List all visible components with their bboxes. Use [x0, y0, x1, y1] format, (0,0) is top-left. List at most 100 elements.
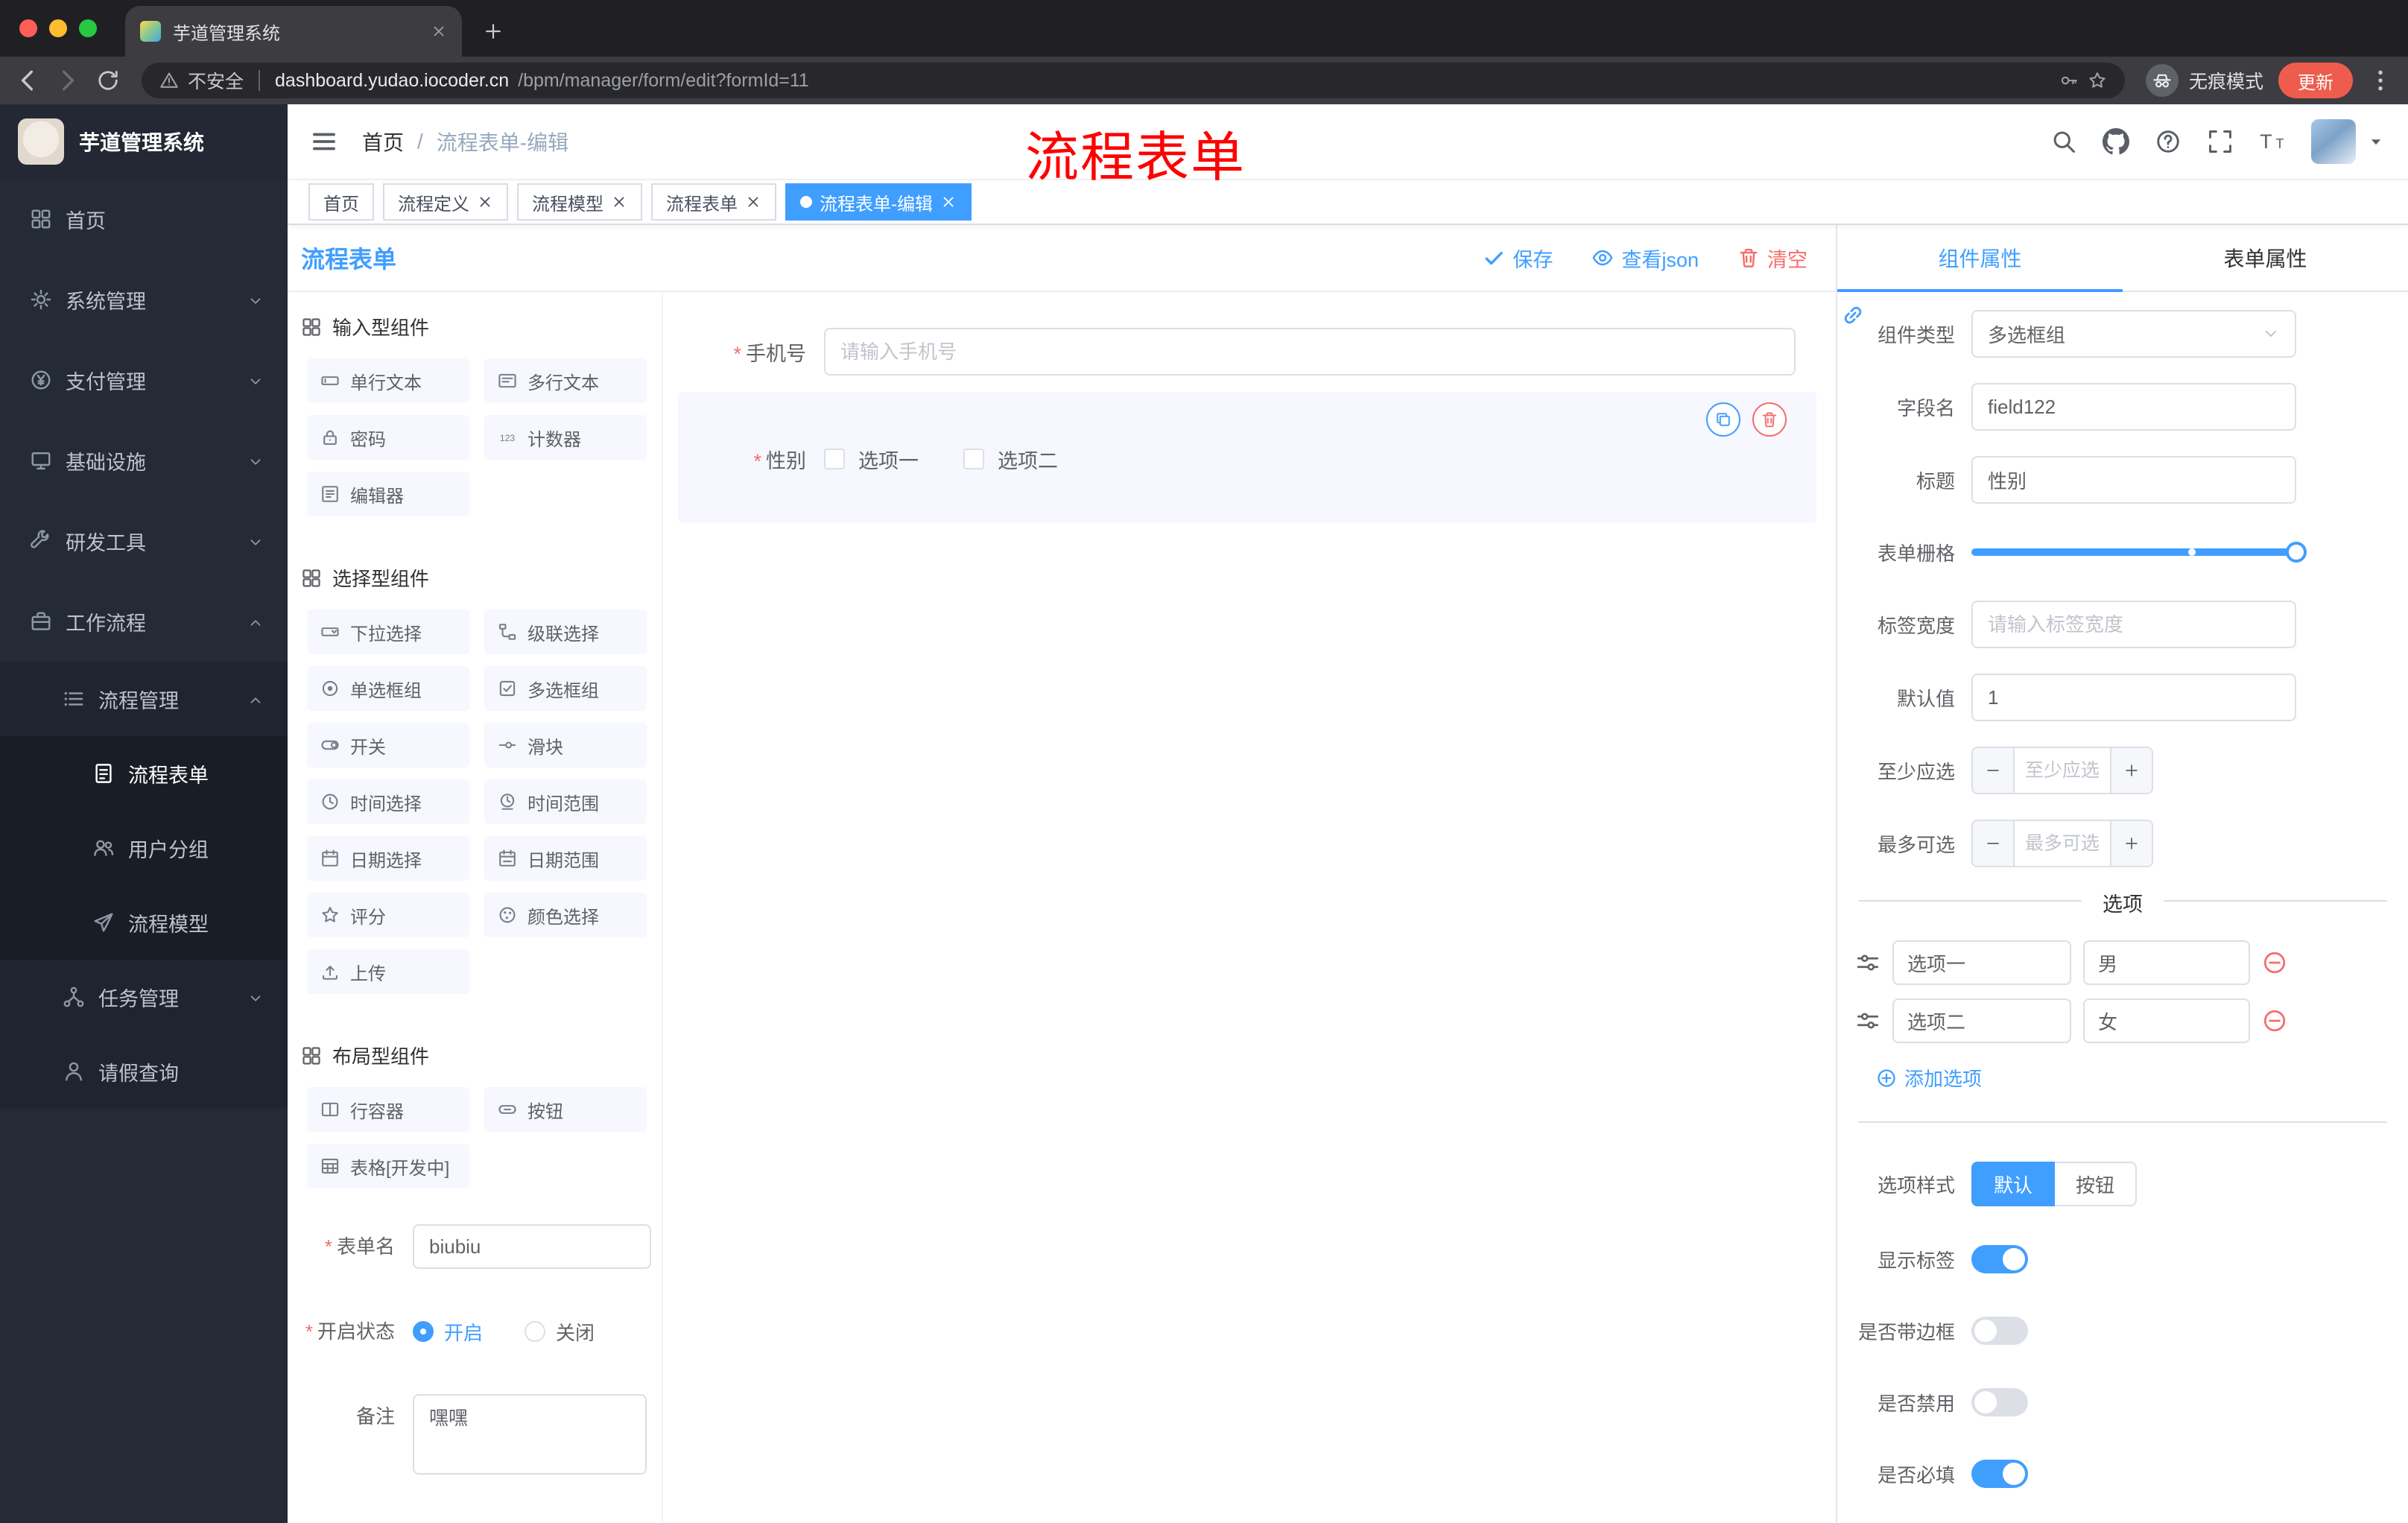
caret-down-icon[interactable] — [2368, 133, 2384, 150]
palette-item-button[interactable]: 按钮 — [484, 1087, 647, 1132]
palette-item-timerange[interactable]: 时间范围 — [484, 779, 647, 824]
tab-component-props[interactable]: 组件属性 — [1837, 225, 2123, 292]
palette-item-upload[interactable]: 上传 — [307, 949, 469, 994]
gender-option2-checkbox[interactable]: 选项二 — [963, 445, 1058, 474]
palette-item-daterange[interactable]: 日期范围 — [484, 836, 647, 881]
palette-item-rate[interactable]: 评分 — [307, 893, 469, 937]
sidebar-item-system[interactable]: 系统管理 — [0, 259, 288, 340]
browser-menu-icon[interactable] — [2368, 68, 2393, 93]
palette-item-checkbox[interactable]: 多选框组 — [484, 666, 647, 711]
tag-home[interactable]: 首页 — [308, 183, 374, 221]
breadcrumb-home[interactable]: 首页 — [362, 127, 404, 156]
sidebar-item-home[interactable]: 首页 — [0, 179, 288, 259]
palette-item-number[interactable]: 123 计数器 — [484, 415, 647, 460]
phone-input[interactable] — [824, 328, 1796, 376]
switch-border[interactable] — [1971, 1317, 2028, 1345]
tab-form-props[interactable]: 表单属性 — [2123, 225, 2408, 291]
remark-textarea[interactable]: 嘿嘿 — [413, 1394, 647, 1475]
form-name-input[interactable] — [413, 1224, 651, 1269]
tag-process-form-edit[interactable]: 流程表单-编辑 — [785, 183, 972, 221]
drag-handle-icon[interactable] — [1855, 950, 1881, 975]
component-type-select[interactable]: 多选框组 — [1971, 310, 2296, 358]
status-off-radio[interactable]: 关闭 — [525, 1318, 595, 1346]
increase-button[interactable] — [2110, 821, 2152, 866]
switch-required[interactable] — [1971, 1460, 2028, 1488]
sidebar-item-devtools[interactable]: 研发工具 — [0, 501, 288, 581]
browser-back-button[interactable] — [15, 68, 40, 93]
address-bar[interactable]: 不安全 dashboard.yudao.iocoder.cn /bpm/mana… — [142, 63, 2125, 98]
update-button[interactable]: 更新 — [2278, 63, 2353, 98]
bookmark-star-icon[interactable] — [2088, 71, 2107, 90]
close-icon[interactable] — [477, 194, 493, 210]
remove-option-icon[interactable] — [2262, 950, 2287, 975]
link-icon[interactable] — [1840, 303, 1866, 328]
option-label-input[interactable] — [1892, 998, 2071, 1043]
palette-item-row[interactable]: 行容器 — [307, 1087, 469, 1132]
browser-reload-button[interactable] — [95, 68, 121, 93]
palette-item-password[interactable]: 密码 — [307, 415, 469, 460]
incognito-badge[interactable]: 无痕模式 — [2145, 64, 2263, 97]
switch-show-label[interactable] — [1971, 1245, 2028, 1273]
sidebar-item-workflow[interactable]: 工作流程 — [0, 581, 288, 662]
hamburger-icon[interactable] — [310, 127, 338, 156]
close-icon[interactable] — [745, 194, 761, 210]
style-button-button[interactable]: 按钮 — [2055, 1162, 2138, 1206]
sidebar-item-process-form[interactable]: 流程表单 — [0, 736, 288, 811]
max-select-input[interactable] — [2015, 832, 2110, 855]
form-canvas[interactable]: *手机号 *性别 选项一 选项二 — [663, 292, 1836, 1523]
font-size-icon[interactable]: TT — [2259, 128, 2286, 155]
palette-item-color[interactable]: 颜色选择 — [484, 893, 647, 937]
sidebar-item-process-mgmt[interactable]: 流程管理 — [0, 662, 288, 736]
new-tab-button[interactable] — [483, 21, 504, 42]
selected-component-gender[interactable]: * 性别 选项一 选项二 — [678, 392, 1816, 523]
view-json-button[interactable]: 查看json — [1591, 244, 1699, 273]
close-icon[interactable] — [611, 194, 627, 210]
form-grid-slider[interactable] — [1971, 542, 2307, 563]
clear-button[interactable]: 清空 — [1737, 244, 1807, 273]
tab-close-icon[interactable] — [431, 23, 447, 39]
palette-item-input[interactable]: 单行文本 — [307, 358, 469, 403]
palette-item-date[interactable]: 日期选择 — [307, 836, 469, 881]
tag-process-model[interactable]: 流程模型 — [517, 183, 642, 221]
github-icon[interactable] — [2103, 128, 2129, 155]
gender-option1-checkbox[interactable]: 选项一 — [824, 445, 919, 474]
sidebar-item-task-mgmt[interactable]: 任务管理 — [0, 960, 288, 1034]
option-value-input[interactable] — [2083, 998, 2250, 1043]
label-width-input[interactable] — [1971, 601, 2296, 648]
window-zoom-button[interactable] — [79, 19, 97, 37]
window-minimize-button[interactable] — [49, 19, 67, 37]
palette-item-cascader[interactable]: 级联选择 — [484, 609, 647, 654]
sidebar-item-user-group[interactable]: 用户分组 — [0, 811, 288, 885]
delete-component-button[interactable] — [1752, 402, 1787, 437]
browser-tab[interactable]: 芋道管理系统 — [125, 6, 462, 57]
password-key-icon[interactable] — [2059, 71, 2079, 90]
search-icon[interactable] — [2050, 128, 2077, 155]
sidebar-item-leave-query[interactable]: 请假查询 — [0, 1034, 288, 1109]
help-icon[interactable] — [2155, 128, 2182, 155]
decrease-button[interactable] — [1973, 821, 2015, 866]
slider-handle[interactable] — [2286, 542, 2307, 563]
palette-item-select[interactable]: 下拉选择 — [307, 609, 469, 654]
palette-item-radio[interactable]: 单选框组 — [307, 666, 469, 711]
avatar[interactable] — [2311, 119, 2356, 164]
window-close-button[interactable] — [19, 19, 37, 37]
option-label-input[interactable] — [1892, 940, 2071, 985]
option-value-input[interactable] — [2083, 940, 2250, 985]
palette-item-slider[interactable]: 滑块 — [484, 723, 647, 767]
close-icon[interactable] — [940, 194, 957, 210]
decrease-button[interactable] — [1973, 748, 2015, 793]
style-default-button[interactable]: 默认 — [1971, 1162, 2056, 1206]
title-input[interactable] — [1971, 456, 2296, 504]
sidebar-item-process-model[interactable]: 流程模型 — [0, 885, 288, 960]
remove-option-icon[interactable] — [2262, 1008, 2287, 1033]
phone-field[interactable]: * 手机号 — [678, 328, 1816, 376]
increase-button[interactable] — [2110, 748, 2152, 793]
save-button[interactable]: 保存 — [1483, 244, 1553, 273]
browser-forward-button[interactable] — [55, 68, 80, 93]
palette-item-time[interactable]: 时间选择 — [307, 779, 469, 824]
app-logo[interactable]: 芋道管理系统 — [0, 104, 288, 179]
fullscreen-icon[interactable] — [2207, 128, 2234, 155]
palette-item-table[interactable]: 表格[开发中] — [307, 1144, 469, 1188]
tag-process-form[interactable]: 流程表单 — [651, 183, 776, 221]
default-value-input[interactable] — [1971, 674, 2296, 721]
